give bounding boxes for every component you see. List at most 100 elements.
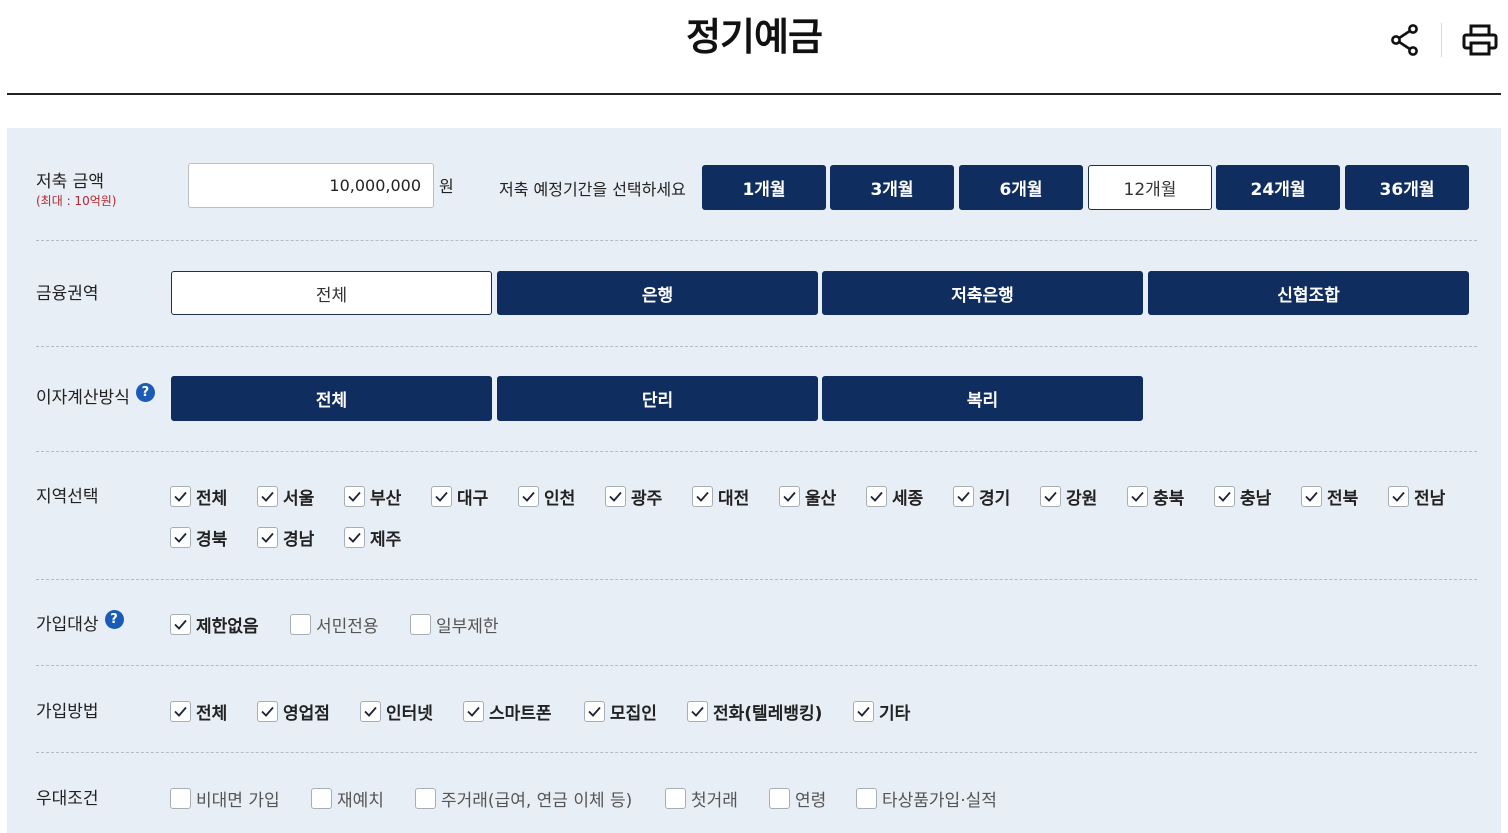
region-checkbox[interactable]: 경북 bbox=[170, 525, 227, 550]
target-option-label: 서민전용 bbox=[316, 617, 379, 637]
share-button[interactable] bbox=[1385, 20, 1425, 60]
sector-option-button[interactable]: 은행 bbox=[497, 271, 818, 315]
sector-option-button[interactable]: 전체 bbox=[171, 271, 492, 315]
interest-row: 이자계산방식 ? 전체 단리 복리 bbox=[36, 347, 1474, 452]
method-checkbox[interactable]: 모집인 bbox=[584, 699, 657, 724]
interest-option-button[interactable]: 복리 bbox=[822, 376, 1143, 421]
method-checkbox[interactable]: 인터넷 bbox=[360, 699, 433, 724]
print-icon bbox=[1462, 24, 1498, 56]
checkmark-icon bbox=[170, 788, 191, 809]
region-row: 지역선택 전체 서울 부산 대구 인천 광주 대전 울산 세종 경기 강원 충북 충남 전북 전남경북 경남 제… bbox=[36, 452, 1474, 579]
period-option-button[interactable]: 12개월 bbox=[1088, 165, 1212, 210]
preferential-checkbox[interactable]: 비대면 가입 bbox=[170, 786, 280, 811]
region-checkbox[interactable]: 세종 bbox=[866, 484, 923, 509]
target-label: 가입대상 ? bbox=[36, 610, 124, 635]
target-checkbox[interactable]: 일부제한 bbox=[410, 612, 499, 637]
target-checkbox[interactable]: 제한없음 bbox=[170, 612, 259, 637]
region-checkbox[interactable]: 전남 bbox=[1388, 484, 1445, 509]
region-checkbox[interactable]: 충북 bbox=[1127, 484, 1184, 509]
savings-amount-input[interactable] bbox=[188, 163, 434, 208]
sector-option-button[interactable]: 신협조합 bbox=[1148, 271, 1469, 315]
method-row: 가입방법 전체 영업점 인터넷 스마트폰 모집인 전화(텔레뱅킹) 기타 bbox=[36, 666, 1474, 752]
region-checkbox[interactable]: 부산 bbox=[344, 484, 401, 509]
region-checkbox[interactable]: 경남 bbox=[257, 525, 314, 550]
checkmark-icon bbox=[170, 486, 191, 507]
region-option-label: 전체 bbox=[196, 489, 228, 509]
checkmark-icon bbox=[584, 701, 605, 722]
region-checkbox[interactable]: 충남 bbox=[1214, 484, 1271, 509]
region-checkbox[interactable]: 인천 bbox=[518, 484, 575, 509]
checkmark-icon bbox=[518, 486, 539, 507]
checkmark-icon bbox=[311, 788, 332, 809]
sector-label: 금융권역 bbox=[36, 284, 99, 304]
interest-option-button[interactable]: 전체 bbox=[171, 376, 492, 421]
checkmark-icon bbox=[290, 614, 311, 635]
period-prompt: 저축 예정기간을 선택하세요 bbox=[499, 180, 686, 199]
checkmark-icon bbox=[692, 486, 713, 507]
region-checkbox[interactable]: 강원 bbox=[1040, 484, 1097, 509]
sector-row: 금융권역 전체 은행 저축은행 신협조합 bbox=[36, 241, 1474, 346]
help-icon[interactable]: ? bbox=[104, 610, 124, 629]
target-option-label: 일부제한 bbox=[436, 617, 499, 637]
checkmark-icon bbox=[953, 486, 974, 507]
region-checkbox[interactable]: 대구 bbox=[431, 484, 488, 509]
checkmark-icon bbox=[1214, 486, 1235, 507]
method-checkbox[interactable]: 전화(텔레뱅킹) bbox=[687, 699, 822, 724]
target-label-text: 가입대상 bbox=[36, 615, 99, 635]
checkmark-icon bbox=[410, 614, 431, 635]
header-divider bbox=[7, 93, 1501, 95]
checkmark-icon bbox=[170, 527, 191, 548]
method-option-label: 모집인 bbox=[610, 704, 657, 724]
period-option-button[interactable]: 6개월 bbox=[959, 165, 1083, 210]
method-checkbox[interactable]: 전체 bbox=[170, 699, 227, 724]
preferential-checkbox[interactable]: 첫거래 bbox=[665, 786, 738, 811]
tool-separator bbox=[1441, 23, 1442, 57]
preferential-checkbox[interactable]: 재예치 bbox=[311, 786, 384, 811]
interest-label: 이자계산방식 ? bbox=[36, 383, 155, 408]
preferential-checkbox[interactable]: 타상품가입·실적 bbox=[856, 786, 997, 811]
region-checkbox[interactable]: 울산 bbox=[779, 484, 836, 509]
print-button[interactable] bbox=[1460, 20, 1500, 60]
checkmark-icon bbox=[665, 788, 686, 809]
method-option-label: 기타 bbox=[879, 704, 911, 724]
checkmark-icon bbox=[605, 486, 626, 507]
help-icon[interactable]: ? bbox=[135, 383, 155, 402]
region-option-label: 울산 bbox=[805, 489, 837, 509]
interest-option-button[interactable]: 단리 bbox=[497, 376, 818, 421]
region-checkbox[interactable]: 전북 bbox=[1301, 484, 1358, 509]
region-option-label: 경북 bbox=[196, 530, 228, 550]
target-checkbox[interactable]: 서민전용 bbox=[290, 612, 379, 637]
preferential-checkbox[interactable]: 주거래(급여, 연금 이체 등) bbox=[415, 786, 632, 811]
region-checkbox[interactable]: 경기 bbox=[953, 484, 1010, 509]
period-option-button[interactable]: 36개월 bbox=[1345, 165, 1469, 210]
region-checkbox[interactable]: 제주 bbox=[344, 525, 401, 550]
region-option-label: 경남 bbox=[283, 530, 315, 550]
region-option-label: 강원 bbox=[1066, 489, 1098, 509]
checkmark-icon bbox=[360, 701, 381, 722]
method-checkbox[interactable]: 영업점 bbox=[257, 699, 330, 724]
preferential-checkbox[interactable]: 연령 bbox=[769, 786, 826, 811]
method-option-label: 전체 bbox=[196, 704, 228, 724]
method-option-label: 영업점 bbox=[283, 704, 330, 724]
region-label: 지역선택 bbox=[36, 487, 99, 507]
period-option-button[interactable]: 3개월 bbox=[830, 165, 954, 210]
checkmark-icon bbox=[415, 788, 436, 809]
region-checkbox[interactable]: 서울 bbox=[257, 484, 314, 509]
region-checkbox[interactable]: 전체 bbox=[170, 484, 227, 509]
checkmark-icon bbox=[779, 486, 800, 507]
method-checkbox[interactable]: 스마트폰 bbox=[463, 699, 552, 724]
preferential-option-label: 재예치 bbox=[337, 791, 384, 811]
region-checkbox[interactable]: 광주 bbox=[605, 484, 662, 509]
checkmark-icon bbox=[257, 527, 278, 548]
period-option-button[interactable]: 1개월 bbox=[702, 165, 826, 210]
region-checkbox[interactable]: 대전 bbox=[692, 484, 749, 509]
checkmark-icon bbox=[769, 788, 790, 809]
method-checkbox[interactable]: 기타 bbox=[853, 699, 910, 724]
page-title: 정기예금 bbox=[686, 15, 823, 59]
savings-amount-label: 저축 금액 bbox=[36, 172, 104, 192]
preferential-option-label: 타상품가입·실적 bbox=[882, 791, 997, 811]
sector-option-button[interactable]: 저축은행 bbox=[822, 271, 1143, 315]
preferential-option-label: 비대면 가입 bbox=[196, 791, 280, 811]
header-tools bbox=[1385, 20, 1500, 60]
period-option-button[interactable]: 24개월 bbox=[1216, 165, 1340, 210]
